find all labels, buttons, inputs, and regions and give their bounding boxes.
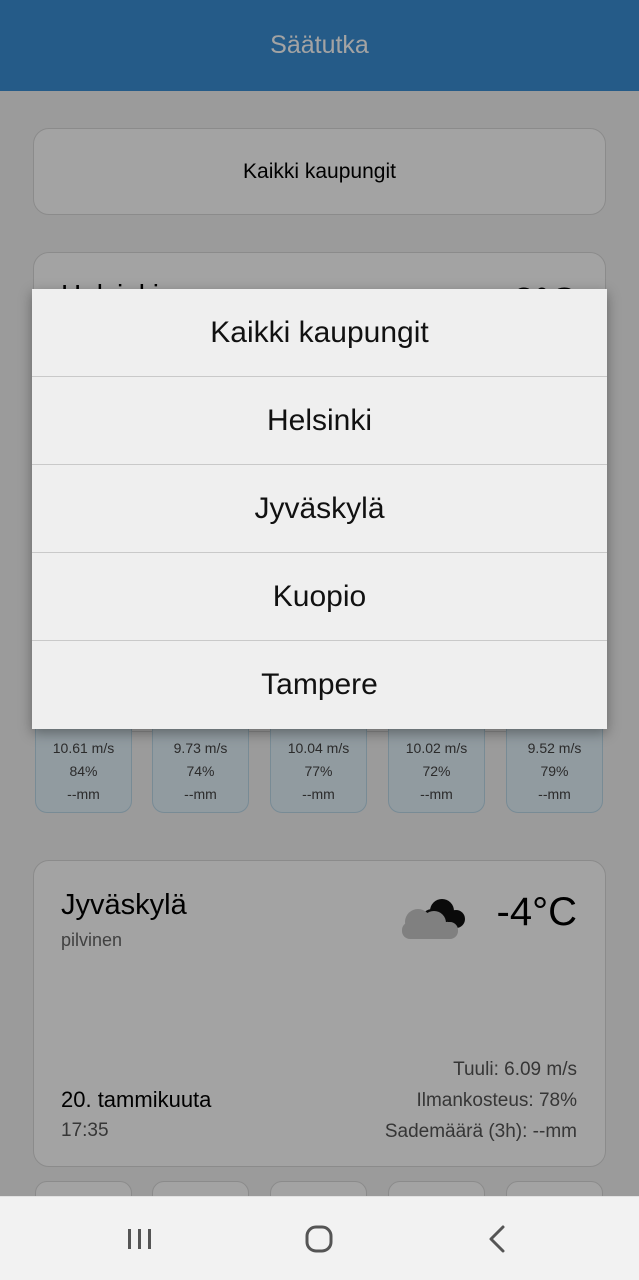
recent-apps-icon[interactable] bbox=[118, 1217, 162, 1261]
system-nav-bar bbox=[0, 1196, 639, 1280]
back-icon[interactable] bbox=[476, 1217, 520, 1261]
city-picker-dialog: Kaikki kaupungit Helsinki Jyväskylä Kuop… bbox=[32, 289, 607, 729]
home-icon[interactable] bbox=[297, 1217, 341, 1261]
city-option-kuopio[interactable]: Kuopio bbox=[32, 553, 607, 641]
city-option-all[interactable]: Kaikki kaupungit bbox=[32, 289, 607, 377]
city-option-tampere[interactable]: Tampere bbox=[32, 641, 607, 729]
city-option-jyvaskyla[interactable]: Jyväskylä bbox=[32, 465, 607, 553]
city-option-helsinki[interactable]: Helsinki bbox=[32, 377, 607, 465]
